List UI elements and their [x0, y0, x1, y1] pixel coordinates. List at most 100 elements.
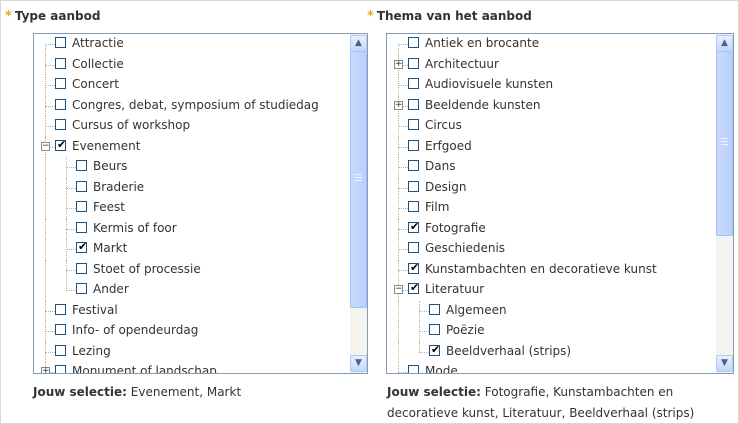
tree-item[interactable]: − ✔ Evenement: [34, 136, 350, 157]
tree-item[interactable]: Collectie: [34, 54, 350, 75]
tree-item[interactable]: Cursus of workshop: [34, 116, 350, 137]
tree-item-label[interactable]: Fotografie: [425, 221, 486, 235]
thema-listbox[interactable]: Antiek en brocante + Architectuur Audiovisu…: [386, 33, 734, 374]
tree-item-label[interactable]: Circus: [425, 118, 462, 132]
tree-item[interactable]: Poëzie: [387, 321, 716, 342]
tree-item-label[interactable]: Literatuur: [425, 282, 484, 296]
tree-item-label[interactable]: Congres, debat, symposium of studiedag: [72, 98, 319, 112]
expand-plus-icon[interactable]: +: [394, 100, 403, 110]
tree-item-label[interactable]: Attractie: [72, 36, 124, 50]
expand-plus-icon[interactable]: +: [41, 367, 50, 373]
tree-item[interactable]: Ander: [34, 280, 350, 301]
tree-item[interactable]: ✔ Kunstambachten en decoratieve kunst: [387, 259, 716, 280]
tree-item-label[interactable]: Lezing: [72, 344, 111, 358]
tree-item-label[interactable]: Markt: [93, 241, 127, 255]
tree-item-checkbox[interactable]: [55, 365, 66, 373]
tree-item[interactable]: Audiovisuele kunsten: [387, 75, 716, 96]
tree-item-label[interactable]: Ander: [93, 282, 129, 296]
tree-item[interactable]: Concert: [34, 75, 350, 96]
tree-item-checkbox[interactable]: ✔: [408, 281, 419, 294]
tree-item-checkbox[interactable]: [408, 78, 419, 89]
tree-item-label[interactable]: Concert: [72, 77, 119, 91]
tree-item-checkbox[interactable]: [429, 324, 440, 335]
tree-item-label[interactable]: Dans: [425, 159, 455, 173]
tree-item-label[interactable]: Geschiedenis: [425, 241, 505, 255]
tree-item[interactable]: Lezing: [34, 341, 350, 362]
tree-item-checkbox[interactable]: [408, 160, 419, 171]
tree-item[interactable]: ✔ Fotografie: [387, 218, 716, 239]
tree-item[interactable]: Kermis of foor: [34, 218, 350, 239]
tree-item[interactable]: + Architectuur: [387, 54, 716, 75]
tree-item-checkbox[interactable]: ✔: [55, 138, 66, 151]
type-aanbod-scrollbar[interactable]: ▲ ▼: [350, 34, 367, 373]
tree-item[interactable]: ✔ Beeldverhaal (strips): [387, 341, 716, 362]
tree-item[interactable]: Braderie: [34, 177, 350, 198]
tree-item[interactable]: + Beeldende kunsten: [387, 95, 716, 116]
tree-item-label[interactable]: Stoet of processie: [93, 262, 201, 276]
scroll-down-chevron-down-icon[interactable]: ▼: [350, 355, 367, 372]
tree-item[interactable]: Feest: [34, 198, 350, 219]
tree-item-label[interactable]: Braderie: [93, 180, 144, 194]
tree-item-checkbox[interactable]: [408, 37, 419, 48]
tree-item-checkbox[interactable]: [408, 57, 419, 69]
thema-scrollbar[interactable]: ▲ ▼: [716, 34, 733, 373]
tree-item-checkbox[interactable]: [76, 180, 87, 192]
tree-item-label[interactable]: Feest: [93, 200, 125, 214]
tree-item-label[interactable]: Beurs: [93, 159, 127, 173]
tree-item[interactable]: + Monument of landschap: [34, 362, 350, 373]
tree-item-label[interactable]: Film: [425, 200, 449, 214]
tree-item-checkbox[interactable]: [408, 139, 419, 151]
tree-item-checkbox[interactable]: [55, 324, 66, 335]
tree-item-label[interactable]: Evenement: [72, 139, 140, 153]
scroll-down-chevron-down-icon[interactable]: ▼: [716, 355, 733, 372]
tree-item-label[interactable]: Antiek en brocante: [425, 36, 539, 50]
tree-item-checkbox[interactable]: [408, 365, 419, 373]
tree-item-checkbox[interactable]: [76, 201, 87, 212]
tree-item-checkbox[interactable]: [55, 119, 66, 130]
tree-item-checkbox[interactable]: [76, 262, 87, 274]
tree-item-label[interactable]: Kunstambachten en decoratieve kunst: [425, 262, 657, 276]
tree-item[interactable]: Dans: [387, 157, 716, 178]
tree-item-checkbox[interactable]: [55, 57, 66, 69]
tree-item-checkbox[interactable]: ✔: [76, 240, 87, 253]
tree-item[interactable]: Festival: [34, 300, 350, 321]
scroll-up-chevron-up-icon[interactable]: ▲: [716, 35, 733, 52]
tree-item-label[interactable]: Collectie: [72, 57, 124, 71]
type-aanbod-listbox[interactable]: Attractie Collectie Concert Congres, debat,…: [33, 33, 368, 374]
expand-plus-icon[interactable]: +: [394, 59, 403, 69]
tree-item[interactable]: Mode: [387, 362, 716, 373]
tree-item-checkbox[interactable]: [55, 37, 66, 48]
tree-item[interactable]: − ✔ Literatuur: [387, 280, 716, 301]
tree-item[interactable]: Geschiedenis: [387, 239, 716, 260]
thema-scroll-thumb[interactable]: [716, 51, 733, 236]
tree-item[interactable]: Stoet of processie: [34, 259, 350, 280]
tree-item[interactable]: Erfgoed: [387, 136, 716, 157]
type-aanbod-scroll-thumb[interactable]: [350, 51, 367, 308]
tree-item-checkbox[interactable]: [55, 98, 66, 110]
tree-item-checkbox[interactable]: [408, 119, 419, 130]
collapse-minus-icon[interactable]: −: [41, 141, 50, 151]
tree-item-checkbox[interactable]: [55, 303, 66, 315]
tree-item[interactable]: Info- of opendeurdag: [34, 321, 350, 342]
tree-item-checkbox[interactable]: [408, 201, 419, 212]
tree-item-label[interactable]: Beeldverhaal (strips): [446, 344, 571, 358]
tree-item-checkbox[interactable]: [408, 180, 419, 192]
collapse-minus-icon[interactable]: −: [394, 285, 403, 294]
tree-item-label[interactable]: Algemeen: [446, 303, 507, 317]
tree-item-checkbox[interactable]: [76, 283, 87, 294]
tree-item-label[interactable]: Mode: [425, 364, 458, 373]
tree-item-label[interactable]: Design: [425, 180, 466, 194]
tree-item-label[interactable]: Poëzie: [446, 323, 485, 337]
tree-item-checkbox[interactable]: [408, 98, 419, 110]
tree-item-checkbox[interactable]: [408, 242, 419, 253]
tree-item-checkbox[interactable]: [76, 160, 87, 171]
tree-item[interactable]: Attractie: [34, 34, 350, 55]
tree-item-checkbox[interactable]: ✔: [429, 343, 440, 356]
tree-item-checkbox[interactable]: [429, 303, 440, 315]
tree-item-label[interactable]: Info- of opendeurdag: [72, 323, 198, 337]
scroll-up-chevron-up-icon[interactable]: ▲: [350, 35, 367, 52]
tree-item[interactable]: Beurs: [34, 157, 350, 178]
tree-item-label[interactable]: Audiovisuele kunsten: [425, 77, 553, 91]
tree-item-checkbox[interactable]: [55, 344, 66, 356]
tree-item[interactable]: Circus: [387, 116, 716, 137]
